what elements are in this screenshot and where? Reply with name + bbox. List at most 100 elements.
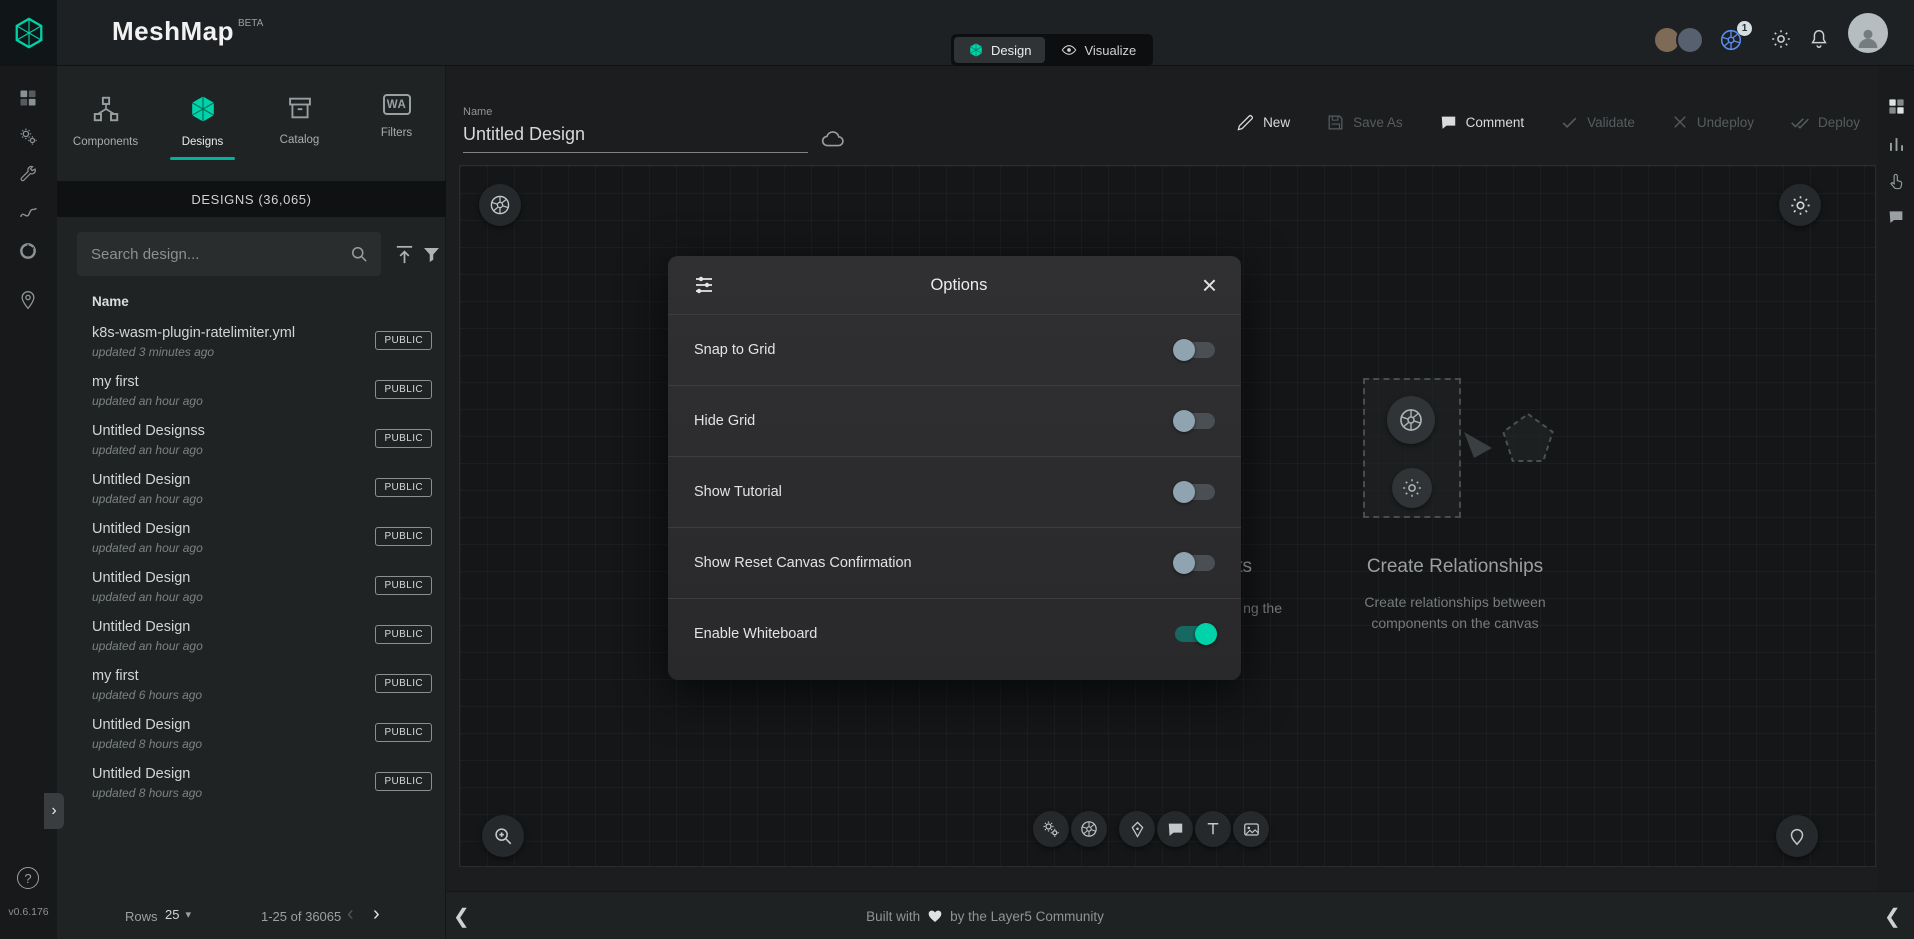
rows-per-page-select[interactable]: 25 ▾ (165, 907, 191, 922)
wasm-filters-icon: WA (383, 94, 411, 115)
tab-catalog[interactable]: Catalog (251, 66, 348, 166)
design-name: Untitled Design (92, 619, 190, 635)
notifications-button[interactable] (1808, 28, 1830, 50)
tab-designs[interactable]: Designs (154, 66, 251, 166)
design-name-label: Name (463, 106, 492, 118)
expand-right-panel-chevron[interactable]: ❮ (1884, 904, 1901, 929)
media-icon (1242, 820, 1261, 839)
meshmap-app: MeshMap BETA Design Visualize 1 (0, 0, 1914, 939)
strip-gesture-button[interactable] (1884, 169, 1908, 193)
design-list-item[interactable]: Untitled Design updated an hour ago PUBL… (57, 465, 446, 514)
help-button[interactable]: ? (8, 862, 48, 894)
strip-comments-button[interactable] (1884, 205, 1908, 229)
hide-grid-toggle[interactable] (1175, 413, 1215, 429)
nav-configuration[interactable] (8, 158, 48, 190)
visibility-badge: PUBLIC (375, 576, 432, 595)
design-list-item[interactable]: Untitled Design updated an hour ago PUBL… (57, 514, 446, 563)
design-list-item[interactable]: my first updated an hour ago PUBLIC (57, 367, 446, 416)
layer5-logo[interactable] (0, 0, 57, 66)
settings-button[interactable] (1770, 28, 1792, 50)
nav-extensions[interactable] (8, 235, 48, 267)
deploy-button[interactable]: Deploy (1790, 112, 1860, 132)
design-updated: updated 3 minutes ago (92, 345, 214, 359)
dock-media-tool[interactable] (1233, 811, 1269, 847)
dock-mesh-tool[interactable] (1033, 811, 1069, 847)
grid-icon (1887, 97, 1906, 116)
design-mode-button[interactable]: Design (954, 37, 1045, 63)
tab-components[interactable]: Components (57, 66, 154, 166)
import-design-button[interactable] (393, 243, 416, 266)
design-updated: updated 6 hours ago (92, 688, 202, 702)
dock-draw-tool[interactable] (1119, 811, 1155, 847)
search-icon[interactable] (349, 244, 369, 264)
donut-chart-icon (18, 241, 38, 261)
design-list-item[interactable]: k8s-wasm-plugin-ratelimiter.yml updated … (57, 318, 446, 367)
comment-button[interactable]: Comment (1439, 113, 1525, 132)
dock-comment-tool[interactable] (1157, 811, 1193, 847)
visibility-badge: PUBLIC (375, 723, 432, 742)
close-icon: × (1202, 270, 1217, 300)
location-pin-icon (18, 290, 38, 310)
snap-to-grid-toggle[interactable] (1175, 342, 1215, 358)
design-name: Untitled Design (92, 717, 190, 733)
dock-kubernetes-tool[interactable] (1071, 811, 1107, 847)
zoom-in-icon (492, 825, 514, 847)
pagination-range: 1-25 of 36065 (261, 909, 341, 924)
touch-icon (1887, 172, 1906, 191)
strip-metrics-button[interactable] (1884, 132, 1908, 156)
nav-performance[interactable] (8, 196, 48, 228)
reset-canvas-confirmation-toggle[interactable] (1175, 555, 1215, 571)
nav-dashboard[interactable] (8, 82, 48, 114)
design-name: Untitled Design (92, 521, 190, 537)
filter-designs-button[interactable] (421, 244, 442, 265)
hint-subtitle-line1: Create relationships between (1290, 592, 1620, 613)
toggle-knob (1173, 339, 1195, 361)
design-mode-label: Design (991, 43, 1031, 58)
components-icon (91, 94, 121, 124)
design-list-item[interactable]: Untitled Design updated 8 hours ago PUBL… (57, 710, 446, 759)
validate-button[interactable]: Validate (1560, 113, 1635, 132)
close-options-button[interactable]: × (1202, 272, 1217, 298)
canvas-fly-button[interactable] (1776, 815, 1818, 857)
canvas-kubernetes-button[interactable] (479, 184, 521, 226)
collapse-left-panel-chevron[interactable]: ❮ (453, 904, 470, 929)
design-updated: updated an hour ago (92, 590, 203, 604)
design-list-item[interactable]: Untitled Design updated an hour ago PUBL… (57, 612, 446, 661)
visibility-badge: PUBLIC (375, 380, 432, 399)
service-mesh-icon (1041, 819, 1061, 839)
dock-text-tool[interactable] (1195, 811, 1231, 847)
design-list-item[interactable]: my first updated 6 hours ago PUBLIC (57, 661, 446, 710)
zoom-button[interactable] (482, 815, 524, 857)
tab-filters[interactable]: WA Filters (348, 66, 445, 166)
design-list-item[interactable]: Untitled Design updated an hour ago PUBL… (57, 563, 446, 612)
enable-whiteboard-toggle[interactable] (1175, 626, 1215, 642)
visualize-mode-button[interactable]: Visualize (1047, 37, 1150, 63)
new-button[interactable]: New (1236, 113, 1290, 132)
rail-expander-chevron[interactable]: › (44, 793, 64, 829)
layer5-hex-icon (12, 16, 46, 50)
nav-lifecycle[interactable] (8, 120, 48, 152)
visibility-badge: PUBLIC (375, 478, 432, 497)
show-tutorial-toggle[interactable] (1175, 484, 1215, 500)
option-row: Show Reset Canvas Confirmation (668, 527, 1241, 598)
design-list-item[interactable]: Untitled Designss updated an hour ago PU… (57, 416, 446, 465)
design-name: Untitled Designss (92, 423, 205, 439)
hint-subtitle-line2: components on the canvas (1290, 613, 1620, 634)
undeploy-button[interactable]: Undeploy (1671, 113, 1754, 131)
nav-environment[interactable] (8, 284, 48, 316)
strip-components-button[interactable] (1884, 94, 1908, 118)
user-avatar-button[interactable] (1848, 13, 1888, 53)
search-design-input[interactable] (77, 232, 381, 276)
floppy-icon (1326, 113, 1345, 132)
collaborator-avatar[interactable] (1676, 26, 1704, 54)
bottom-status-bar: ❮ Built with by the Layer5 Community ❮ (446, 891, 1914, 939)
comment-icon (1887, 208, 1905, 226)
canvas-options-button[interactable] (1779, 184, 1821, 226)
design-name-input[interactable] (463, 122, 808, 153)
option-label: Show Tutorial (694, 484, 782, 500)
save-as-button[interactable]: Save As (1326, 113, 1403, 132)
next-page-button[interactable]: › (373, 904, 380, 924)
design-list-item[interactable]: Untitled Design updated 8 hours ago PUBL… (57, 759, 446, 808)
rows-per-page-label: Rows (125, 909, 158, 924)
previous-page-button[interactable]: ‹ (347, 904, 354, 924)
